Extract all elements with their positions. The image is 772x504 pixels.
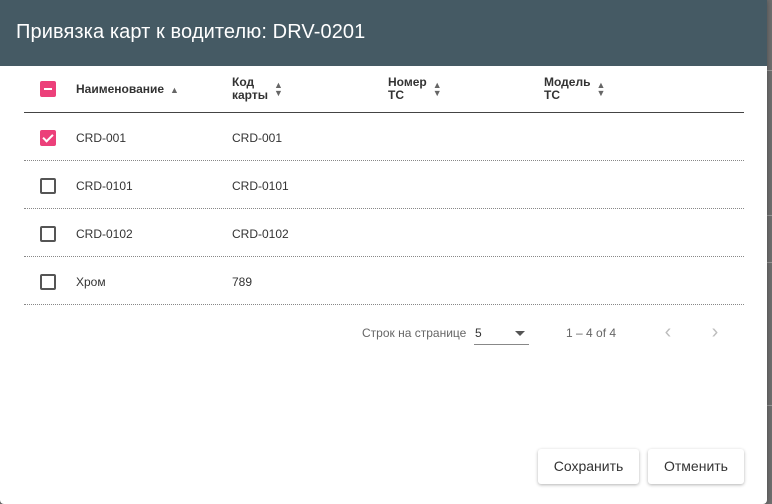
background-divider	[767, 405, 772, 406]
cancel-button[interactable]: Отменить	[648, 449, 744, 484]
table-row[interactable]: Хром 789	[24, 257, 744, 305]
column-header-name[interactable]: Наименование ▲	[76, 83, 179, 96]
row-checkbox[interactable]	[40, 130, 56, 146]
card-binding-dialog: Привязка карт к водителю: DRV-0201 Наиме…	[0, 0, 767, 504]
dialog-header: Привязка карт к водителю: DRV-0201	[0, 0, 767, 66]
cell-name: Хром	[76, 275, 106, 289]
save-button[interactable]: Сохранить	[538, 449, 639, 484]
column-header-label: Номер ТС	[388, 75, 427, 102]
sort-icon: ▲ ▼	[596, 80, 606, 98]
select-all-checkbox[interactable]	[40, 81, 56, 97]
rows-per-page-value: 5	[475, 326, 482, 340]
column-header-label: Наименование	[76, 82, 165, 97]
column-header-card-code[interactable]: Код карты ▲ ▼	[232, 76, 283, 102]
dialog-title: Привязка карт к водителю: DRV-0201	[16, 21, 366, 43]
sort-icon: ▲ ▼	[273, 80, 283, 98]
background-divider	[767, 70, 772, 71]
cell-name: CRD-0101	[76, 179, 133, 193]
table-row[interactable]: CRD-0102 CRD-0102	[24, 209, 744, 257]
cell-card-code: CRD-0101	[232, 179, 289, 193]
background-divider	[767, 215, 772, 216]
cell-card-code: 789	[232, 275, 253, 289]
table-header: Наименование ▲ Код карты ▲ ▼ Номер ТС ▲ ▼ Мод…	[24, 66, 744, 113]
pagination-range: 1 – 4 of 4	[566, 326, 617, 340]
column-header-label: Код карты	[232, 75, 268, 102]
table-pagination: Строк на странице 5 1 – 4 of 4 ‹ ›	[0, 318, 767, 348]
cards-table: Наименование ▲ Код карты ▲ ▼ Номер ТС ▲ ▼ Мод…	[24, 66, 744, 305]
table-row[interactable]: CRD-001 CRD-001	[24, 113, 744, 161]
rows-per-page-select[interactable]: 5	[474, 322, 529, 345]
cell-card-code: CRD-001	[232, 131, 283, 145]
table-row[interactable]: CRD-0101 CRD-0101	[24, 161, 744, 209]
row-checkbox[interactable]	[40, 178, 56, 194]
row-checkbox[interactable]	[40, 226, 56, 242]
chevron-left-icon[interactable]: ‹	[656, 321, 680, 345]
column-header-vehicle-model[interactable]: Модель ТС ▲ ▼	[544, 76, 605, 102]
row-checkbox[interactable]	[40, 274, 56, 290]
dropdown-arrow-icon	[515, 331, 525, 336]
rows-per-page-label: Строк на странице	[362, 326, 467, 340]
column-header-label: Модель ТС	[544, 75, 591, 102]
sort-asc-icon: ▲	[170, 84, 179, 95]
background-divider	[767, 262, 772, 263]
cell-name: CRD-0102	[76, 227, 133, 241]
sort-icon: ▲ ▼	[432, 80, 442, 98]
cell-name: CRD-001	[76, 131, 127, 145]
cell-card-code: CRD-0102	[232, 227, 289, 241]
chevron-right-icon[interactable]: ›	[703, 321, 727, 345]
column-header-vehicle-number[interactable]: Номер ТС ▲ ▼	[388, 76, 442, 102]
